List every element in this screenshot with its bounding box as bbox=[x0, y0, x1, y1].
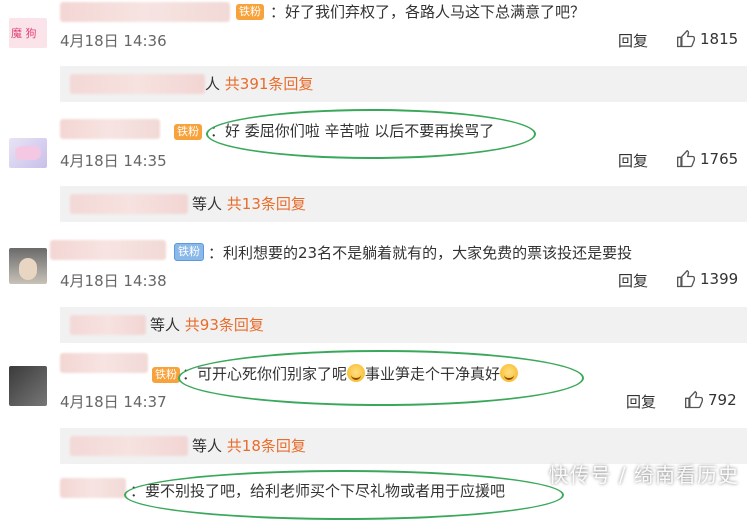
fan-badge: 铁粉 bbox=[152, 367, 180, 383]
reply-username[interactable] bbox=[70, 74, 205, 94]
comment-text: ：好 委屈你们啦 辛苦啦 以后不要再挨骂了 bbox=[210, 122, 495, 140]
username[interactable] bbox=[60, 2, 230, 22]
comment-text: ：要不别投了吧，给利老师买个下尽礼物或者用于应援吧 bbox=[130, 482, 506, 500]
smile-emoji-icon bbox=[500, 364, 519, 382]
username[interactable] bbox=[60, 478, 126, 498]
like-count: 792 bbox=[708, 391, 737, 409]
comment-text: ：好了我们弃权了，各路人马这下总满意了吧？ bbox=[270, 3, 586, 21]
comment-text: ：利利想要的23名不是躺着就有的，大家免费的票该投还是要投 bbox=[208, 244, 633, 262]
like-count: 1399 bbox=[700, 270, 739, 288]
replies-people: 等人 bbox=[192, 437, 223, 455]
replies-summary: 等人 共13条回复 bbox=[192, 193, 306, 214]
replies-count-link[interactable]: 共93条回复 bbox=[185, 316, 264, 334]
like-button[interactable]: 1399 bbox=[676, 269, 738, 289]
replies-box: 等人 共13条回复 bbox=[60, 186, 747, 222]
thumbs-up-icon bbox=[677, 149, 695, 168]
thumbs-up-icon bbox=[685, 390, 703, 409]
comment-text-part-1: ：可开心死你们别家了呢 bbox=[182, 365, 348, 383]
reply-username[interactable] bbox=[70, 194, 188, 214]
avatar[interactable] bbox=[9, 248, 47, 284]
smile-emoji-icon bbox=[347, 364, 366, 382]
like-count: 1765 bbox=[700, 150, 739, 168]
like-button[interactable]: 1765 bbox=[676, 149, 738, 169]
username[interactable] bbox=[50, 240, 166, 260]
avatar[interactable] bbox=[9, 138, 47, 168]
reply-button[interactable]: 回复 bbox=[618, 30, 648, 51]
replies-people: 等人 bbox=[192, 195, 223, 213]
reply-username[interactable] bbox=[70, 436, 188, 456]
timestamp: 4月18日 14:36 bbox=[60, 32, 167, 50]
like-count: 1815 bbox=[700, 30, 739, 48]
avatar[interactable] bbox=[9, 366, 47, 406]
replies-box: 等人 共93条回复 bbox=[60, 307, 747, 343]
fan-badge: 铁粉 bbox=[174, 243, 204, 261]
avatar[interactable]: 魔 狗 bbox=[9, 18, 47, 48]
comment-text-part-2: 事业笋走个干净真好 bbox=[365, 365, 501, 383]
watermark: 快传号 / 绮南看历史 bbox=[548, 463, 739, 487]
replies-people: 等人 bbox=[150, 316, 181, 334]
thumbs-up-icon bbox=[677, 29, 695, 48]
timestamp: 4月18日 14:37 bbox=[60, 393, 167, 411]
comment-text: ：可开心死你们别家了呢 事业笋走个干净真好 bbox=[182, 364, 519, 384]
username[interactable] bbox=[60, 353, 148, 373]
avatar-art bbox=[19, 258, 37, 280]
reply-button[interactable]: 回复 bbox=[618, 270, 648, 291]
replies-count-link[interactable]: 共18条回复 bbox=[227, 437, 306, 455]
replies-count-link[interactable]: 共13条回复 bbox=[227, 195, 306, 213]
timestamp: 4月18日 14:35 bbox=[60, 152, 167, 170]
reply-username[interactable] bbox=[70, 315, 146, 335]
thumbs-up-icon bbox=[677, 269, 695, 288]
username[interactable] bbox=[60, 119, 160, 139]
reply-button[interactable]: 回复 bbox=[626, 391, 656, 412]
replies-count-link[interactable]: 共391条回复 bbox=[225, 75, 314, 93]
replies-summary: 等人 共18条回复 bbox=[192, 435, 306, 456]
like-button[interactable]: 1815 bbox=[676, 29, 738, 49]
replies-summary: 人 共391条回复 bbox=[205, 73, 313, 94]
timestamp: 4月18日 14:38 bbox=[60, 272, 167, 290]
replies-people: 人 bbox=[205, 75, 221, 93]
avatar-art bbox=[15, 146, 41, 160]
replies-summary: 等人 共93条回复 bbox=[150, 314, 264, 335]
fan-badge: 铁粉 bbox=[236, 4, 264, 20]
avatar-text: 魔 狗 bbox=[11, 27, 37, 40]
like-button[interactable]: 792 bbox=[684, 390, 737, 410]
reply-button[interactable]: 回复 bbox=[618, 150, 648, 171]
fan-badge: 铁粉 bbox=[174, 124, 202, 140]
replies-box: 人 共391条回复 bbox=[60, 66, 747, 102]
